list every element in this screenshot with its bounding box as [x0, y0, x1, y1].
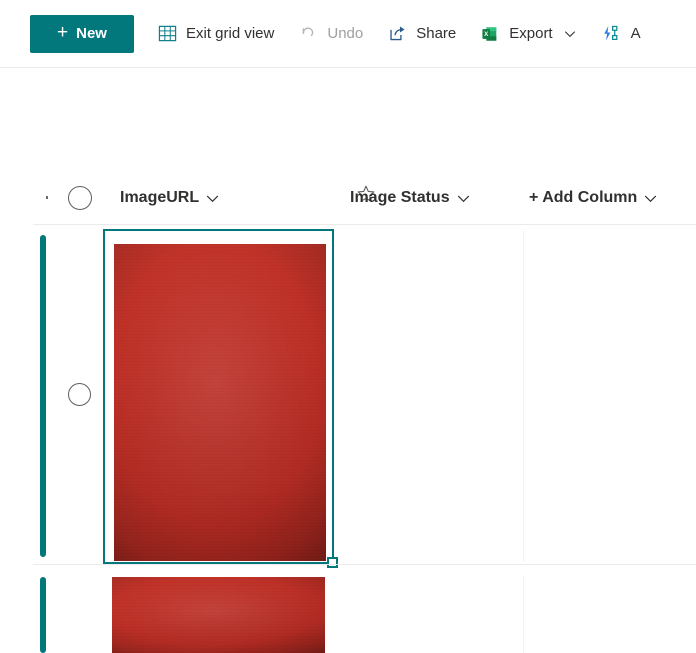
column-header-label: Image Status: [350, 189, 450, 206]
image-grain-overlay: [114, 244, 326, 561]
undo-label: Undo: [327, 25, 364, 42]
command-toolbar: + New Exit grid view Undo Share X Export…: [0, 0, 696, 67]
column-header-image-status[interactable]: Image Status: [350, 186, 471, 210]
exit-grid-view-label: Exit grid view: [186, 25, 275, 42]
automate-label: A: [630, 25, 641, 42]
row-indicator: [40, 577, 46, 653]
table-row[interactable]: [0, 572, 696, 653]
chevron-down-icon: [457, 191, 471, 205]
share-label: Share: [416, 25, 457, 42]
column-divider: [523, 576, 524, 653]
excel-export-icon: X: [480, 24, 500, 44]
export-button[interactable]: X Export: [471, 14, 586, 54]
column-header-label: ImageURL: [120, 189, 200, 206]
add-column-label: + Add Column: [529, 189, 638, 206]
row-select-circle-icon[interactable]: [68, 383, 91, 406]
row-selected-indicator: [40, 235, 46, 557]
row-divider: [33, 564, 696, 565]
fill-handle[interactable]: [327, 557, 338, 568]
exit-grid-view-button[interactable]: Exit grid view: [148, 14, 283, 54]
export-label: Export: [509, 25, 553, 42]
select-all-circle-icon[interactable]: [68, 186, 92, 210]
undo-arrow-icon: [298, 24, 318, 44]
column-divider: [523, 231, 524, 562]
add-column-button[interactable]: + Add Column: [529, 186, 658, 210]
automate-button[interactable]: A: [593, 14, 650, 54]
plus-icon: +: [57, 22, 69, 43]
image-grain-overlay: [112, 577, 325, 653]
list-title-strip: [0, 68, 696, 202]
grid-cell-image-url-selected[interactable]: [103, 229, 334, 564]
new-button[interactable]: + New: [30, 14, 134, 53]
automate-flow-icon: [602, 24, 622, 44]
share-icon: [387, 24, 407, 44]
share-button[interactable]: Share: [378, 14, 465, 54]
column-header-image-url[interactable]: ImageURL: [120, 186, 220, 210]
chevron-down-icon: [206, 191, 220, 205]
grid-table-icon: [157, 24, 177, 44]
chevron-down-icon: [644, 191, 658, 205]
chevron-down-icon: [564, 27, 578, 41]
undo-button[interactable]: Undo: [289, 14, 372, 54]
red-image-thumbnail[interactable]: [114, 244, 326, 561]
new-button-label: New: [76, 25, 107, 42]
table-row[interactable]: [0, 225, 696, 568]
red-image-thumbnail[interactable]: [112, 577, 325, 653]
